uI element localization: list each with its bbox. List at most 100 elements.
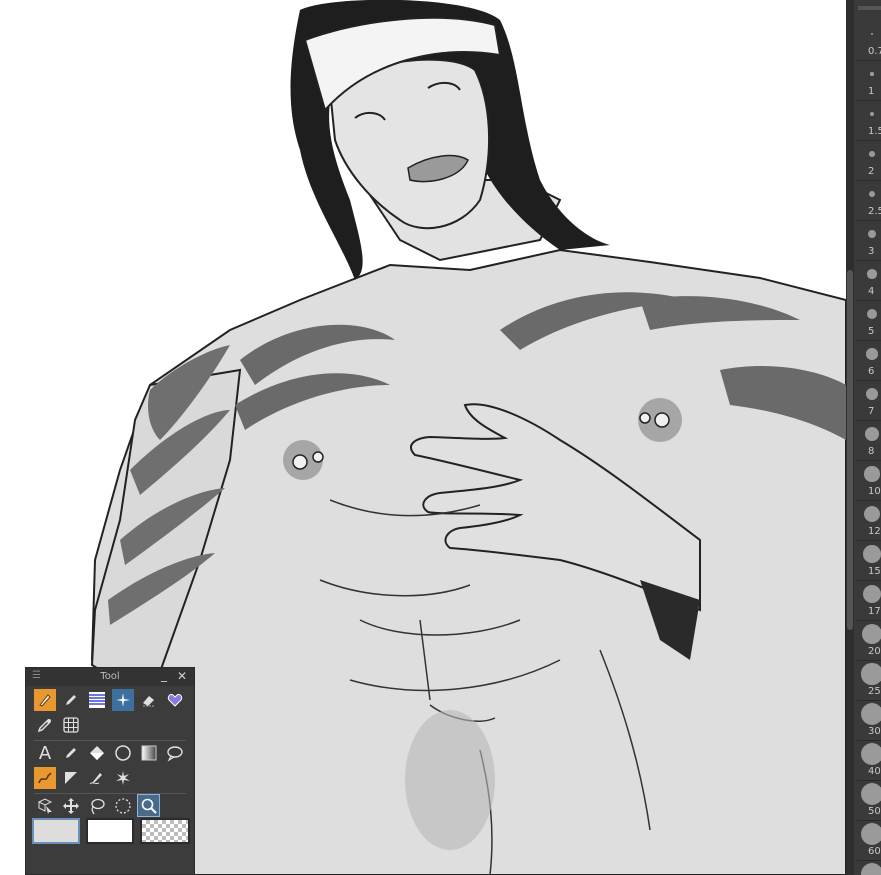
object-select-tool-icon[interactable] — [34, 795, 56, 817]
main-color-swatch[interactable] — [32, 818, 80, 844]
text-tool-icon[interactable]: A — [34, 742, 56, 764]
brush-size-label: 6 — [868, 366, 875, 377]
brush-size-label: 60 — [868, 846, 881, 857]
brush-size-preview-dot — [865, 387, 879, 401]
brush-size-preview-dot — [866, 348, 878, 360]
brush-size-preview-dot — [861, 663, 881, 685]
tool-palette-title-bar[interactable]: ☰ Tool _ ✕ — [26, 668, 194, 686]
size-panel-scroll-thumb[interactable] — [847, 270, 853, 630]
brush-size-preview-dot — [868, 230, 876, 238]
fill-pen-tool-icon[interactable] — [60, 742, 82, 764]
size-panel-header — [858, 6, 881, 10]
brush-size-option[interactable]: 15 — [856, 542, 881, 581]
brush-size-option[interactable]: 30 — [856, 702, 881, 741]
size-panel-scrollbar[interactable] — [846, 0, 854, 875]
brush-size-preview-dot — [862, 624, 881, 644]
brush-size-option[interactable]: 10 — [856, 462, 881, 501]
brush-size-preview-dot — [864, 466, 880, 482]
brush-size-label: 1 — [868, 86, 875, 97]
brush-size-option[interactable]: 1 — [856, 62, 881, 101]
selection-tool-icon[interactable] — [112, 795, 134, 817]
brush-size-label: 2.5 — [868, 206, 881, 217]
sparkle-decoration-tool-icon[interactable] — [112, 689, 134, 711]
minimize-icon[interactable]: _ — [161, 668, 167, 682]
heart-material-icon[interactable] — [164, 689, 186, 711]
auto-select-tool-icon[interactable] — [112, 767, 134, 789]
brush-size-option[interactable]: 50 — [856, 782, 881, 821]
brush-size-panel[interactable]: 0.7 1 1.5 2 2.5 3 4 5 6 7 8 10 12 15 17 20 25 30 40 50 60 — [846, 0, 881, 875]
brush-size-label: 3 — [868, 246, 875, 257]
brush-size-preview-dot — [861, 863, 881, 875]
tool-palette: ☰ Tool _ ✕ A — [25, 667, 195, 875]
eraser-tool-icon[interactable] — [138, 689, 160, 711]
brush-size-option[interactable]: 5 — [856, 302, 881, 341]
brush-size-option[interactable]: 7 — [856, 382, 881, 421]
brush-size-preview-dot — [868, 190, 876, 198]
brush-size-label: 12 — [868, 526, 881, 537]
brush-size-label: 30 — [868, 726, 881, 737]
brush-size-preview-dot — [861, 703, 881, 725]
brush-size-option[interactable]: 2 — [856, 142, 881, 181]
separator — [34, 740, 186, 741]
lasso-tool-icon[interactable] — [86, 795, 108, 817]
brush-size-option[interactable]: 25 — [856, 662, 881, 701]
brush-size-option[interactable]: 60 — [856, 822, 881, 861]
text-tool-glyph: A — [38, 742, 52, 764]
brush-size-option[interactable]: 1.5 — [856, 102, 881, 141]
ellipse-tool-icon[interactable] — [112, 742, 134, 764]
brush-size-preview-dot — [863, 545, 881, 563]
brush-size-option[interactable]: 12 — [856, 502, 881, 541]
move-tool-icon[interactable] — [60, 795, 82, 817]
eyedropper-tool-icon[interactable] — [34, 714, 56, 736]
brush-size-option[interactable] — [856, 862, 881, 875]
brush-size-preview-dot — [869, 111, 875, 117]
grid-ruler-tool-icon[interactable] — [60, 714, 82, 736]
brush-size-preview-dot — [862, 584, 881, 604]
brush-size-option[interactable]: 8 — [856, 422, 881, 461]
close-icon[interactable]: ✕ — [177, 669, 187, 683]
pencil-tool-icon[interactable] — [60, 689, 82, 711]
brush-size-preview-dot — [870, 72, 874, 76]
brush-size-label: 25 — [868, 686, 881, 697]
brush-size-label: 2 — [868, 166, 875, 177]
brush-size-option[interactable]: 4 — [856, 262, 881, 301]
brush-size-preview-dot — [861, 743, 881, 765]
brush-size-label: 4 — [868, 286, 875, 297]
brush-size-preview-dot — [865, 427, 879, 441]
brush-size-label: 40 — [868, 766, 881, 777]
brush-size-label: 17 — [868, 606, 881, 617]
brush-size-preview-dot — [869, 151, 875, 157]
separator — [34, 793, 186, 794]
vector-line-tool-icon[interactable] — [34, 767, 56, 789]
brush-size-label: 8 — [868, 446, 875, 457]
brush-size-preview-dot — [866, 308, 878, 320]
tool-palette-title: Tool — [100, 671, 120, 682]
brush-size-option[interactable]: 6 — [856, 342, 881, 381]
brush-size-option[interactable]: 2.5 — [856, 182, 881, 221]
correct-line-tool-icon[interactable] — [86, 767, 108, 789]
brush-size-preview-dot — [863, 505, 881, 523]
balloon-tool-icon[interactable] — [164, 742, 186, 764]
brush-size-label: 7 — [868, 406, 875, 417]
brush-size-option[interactable]: 20 — [856, 622, 881, 661]
brush-size-label: 1.5 — [868, 126, 881, 137]
brush-size-option[interactable]: 40 — [856, 742, 881, 781]
brush-size-label: 5 — [868, 326, 875, 337]
brush-size-option[interactable]: 0.7 — [856, 22, 881, 61]
tone-tool-icon[interactable] — [86, 689, 108, 711]
transparent-color-swatch[interactable] — [140, 818, 190, 844]
brush-size-label: 15 — [868, 566, 881, 577]
frame-border-tool-icon[interactable] — [60, 767, 82, 789]
brush-size-option[interactable]: 17 — [856, 582, 881, 621]
fill-bucket-tool-icon[interactable] — [86, 742, 108, 764]
zoom-tool-icon[interactable] — [137, 794, 160, 817]
gradient-tool-icon[interactable] — [138, 742, 160, 764]
brush-size-label: 10 — [868, 486, 881, 497]
brush-size-option[interactable]: 3 — [856, 222, 881, 261]
brush-size-label: 20 — [868, 646, 881, 657]
brush-size-label: 0.7 — [868, 46, 881, 57]
pen-tool-icon[interactable] — [34, 689, 56, 711]
brush-size-preview-dot — [871, 33, 873, 35]
sub-color-swatch[interactable] — [86, 818, 134, 844]
brush-size-preview-dot — [861, 783, 881, 805]
